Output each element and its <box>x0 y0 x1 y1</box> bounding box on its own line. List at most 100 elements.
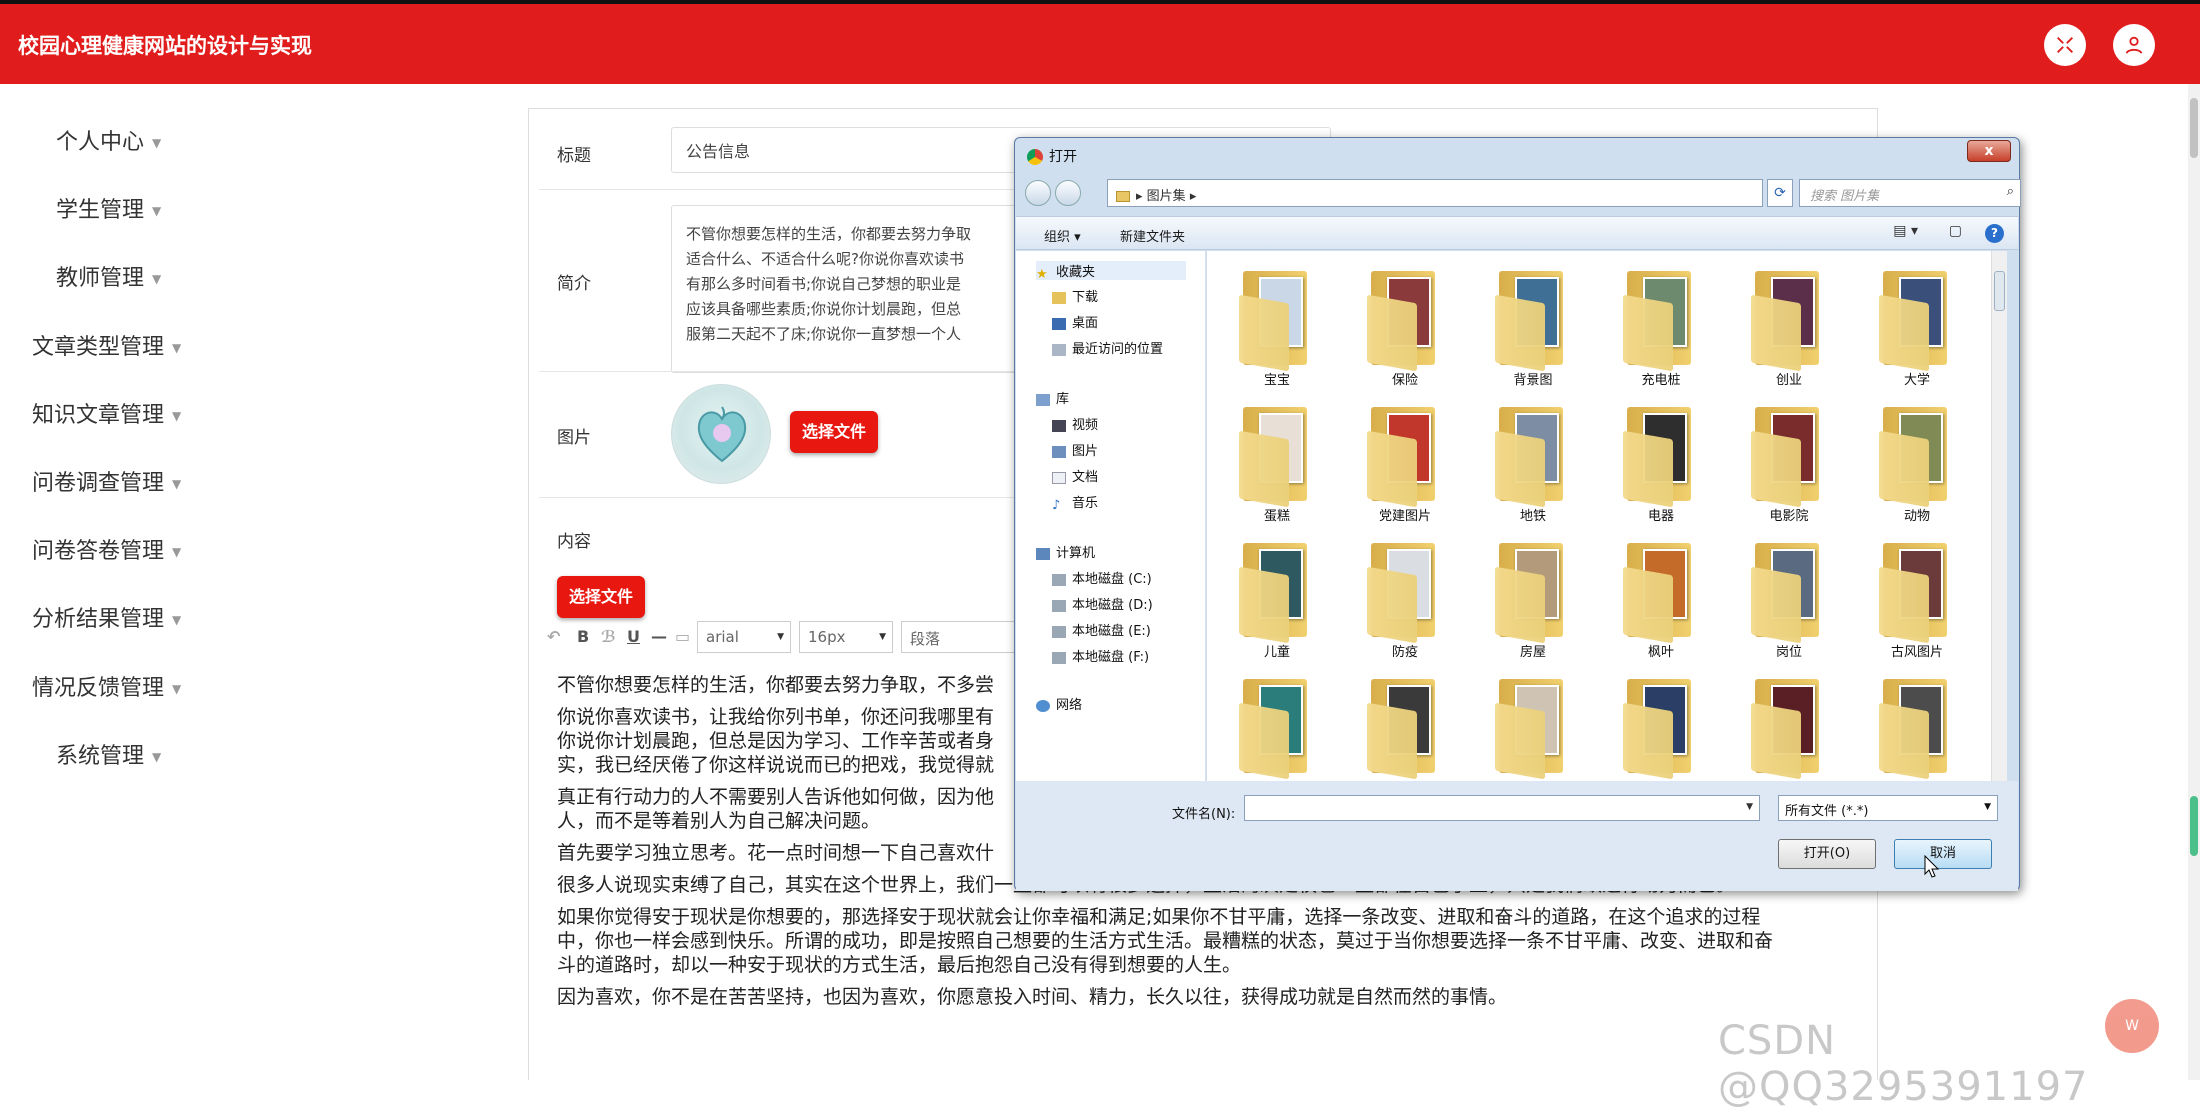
bold-icon[interactable]: B <box>577 627 589 646</box>
cancel-button[interactable]: 取消 <box>1894 839 1992 869</box>
folder-icon <box>1621 265 1701 372</box>
nav-drive-f[interactable]: 本地磁盘 (F:) <box>1052 646 1149 665</box>
nav-network[interactable]: 网络 <box>1036 694 1082 713</box>
nav-downloads[interactable]: 下载 <box>1052 286 1098 305</box>
new-folder-button[interactable]: 新建文件夹 <box>1120 226 1185 245</box>
underline-icon[interactable]: U <box>627 627 640 646</box>
sidebar-item-students[interactable]: 学生管理 ▼ <box>56 192 161 224</box>
folder-item[interactable] <box>1227 673 1327 781</box>
block-icon[interactable]: ▭ <box>675 627 690 646</box>
folder-item[interactable] <box>1611 673 1711 781</box>
nav-drive-d[interactable]: 本地磁盘 (D:) <box>1052 594 1153 613</box>
folder-item[interactable]: 保险 <box>1355 265 1455 395</box>
sidebar-item-system[interactable]: 系统管理 ▼ <box>56 738 161 770</box>
nav-drive-e[interactable]: 本地磁盘 (E:) <box>1052 620 1151 639</box>
folder-item[interactable]: 宝宝 <box>1227 265 1327 395</box>
folder-item[interactable]: 枫叶 <box>1611 537 1711 667</box>
nav-desktop[interactable]: 桌面 <box>1052 312 1098 331</box>
folder-icon <box>1237 401 1317 508</box>
folder-item[interactable]: 创业 <box>1739 265 1839 395</box>
downloads-icon <box>1052 291 1066 304</box>
folder-item[interactable]: 古风图片 <box>1867 537 1967 667</box>
preview-pane-icon[interactable]: ▢ <box>1949 223 1962 239</box>
open-button[interactable]: 打开(O) <box>1778 839 1876 869</box>
content-choose-file-button[interactable]: 选择文件 <box>557 576 646 618</box>
folder-item[interactable] <box>1739 673 1839 781</box>
address-bar[interactable]: ▸ 图片集 ▸ <box>1107 179 1763 207</box>
nav-favorites[interactable]: ★ 收藏夹 <box>1036 261 1186 282</box>
folder-icon <box>1365 537 1445 644</box>
vertical-scrollbar[interactable] <box>1991 251 2007 781</box>
nav-computer[interactable]: 计算机 <box>1036 542 1095 561</box>
video-icon <box>1052 419 1066 432</box>
search-icon: ⌕ <box>2006 184 2014 199</box>
folder-item[interactable] <box>1355 673 1455 781</box>
nav-libraries[interactable]: 库 <box>1036 388 1069 407</box>
folder-icon <box>1877 673 1957 780</box>
sidebar-item-knowledge-articles[interactable]: 知识文章管理 ▼ <box>32 397 181 429</box>
help-icon[interactable]: ? <box>1985 224 2004 243</box>
user-button[interactable] <box>2113 24 2155 66</box>
undo-icon[interactable]: ↶ <box>547 627 560 646</box>
folder-item[interactable]: 动物 <box>1867 401 1967 531</box>
chrome-icon <box>1027 149 1043 165</box>
image-choose-file-button[interactable]: 选择文件 <box>790 411 879 453</box>
folder-icon <box>1749 401 1829 508</box>
network-icon <box>1036 699 1050 712</box>
folder-item[interactable]: 岗位 <box>1739 537 1839 667</box>
organize-button[interactable]: 组织 ▾ <box>1044 226 1081 245</box>
folder-item[interactable] <box>1867 673 1967 781</box>
sidebar-item-answer-sheets[interactable]: 问卷答卷管理 ▼ <box>32 533 181 565</box>
caret-down-icon: ▼ <box>172 613 182 627</box>
font-size-select[interactable]: 16px ▼ <box>799 621 893 653</box>
library-icon <box>1036 393 1050 406</box>
view-menu-icon[interactable]: ▤ ▾ <box>1893 223 1918 239</box>
font-family-select[interactable]: arial ▼ <box>697 621 791 653</box>
nav-documents[interactable]: 文档 <box>1052 466 1098 485</box>
caret-down-icon: ▼ <box>152 204 162 218</box>
folder-icon <box>1237 537 1317 644</box>
sidebar-item-teachers[interactable]: 教师管理 ▼ <box>56 260 161 292</box>
folder-item[interactable]: 蛋糕 <box>1227 401 1327 531</box>
paragraph-select[interactable]: 段落 <box>901 621 1021 653</box>
folder-item[interactable]: 充电桩 <box>1611 265 1711 395</box>
fullscreen-button[interactable] <box>2044 24 2086 66</box>
sidebar-item-article-types[interactable]: 文章类型管理 ▼ <box>32 329 181 361</box>
dropdown-arrow-icon: ▼ <box>1746 802 1753 812</box>
page-scrollbar[interactable] <box>2188 84 2200 1080</box>
nav-recent[interactable]: 最近访问的位置 <box>1052 338 1163 357</box>
folder-item[interactable]: 党建图片 <box>1355 401 1455 531</box>
folder-item[interactable]: 地铁 <box>1483 401 1583 531</box>
folder-item[interactable]: 电器 <box>1611 401 1711 531</box>
pictures-icon <box>1052 445 1066 458</box>
sidebar-item-surveys[interactable]: 问卷调查管理 ▼ <box>32 465 181 497</box>
folder-item[interactable]: 房屋 <box>1483 537 1583 667</box>
folder-name: 房屋 <box>1519 645 1546 660</box>
intro-textarea[interactable]: 不管你想要怎样的生活，你都要去努力争取 适合什么、不适合什么呢?你说你喜欢读书 … <box>671 205 1031 373</box>
sidebar-item-personal-center[interactable]: 个人中心 ▼ <box>56 124 161 156</box>
forward-button[interactable] <box>1055 180 1081 206</box>
drive-icon <box>1052 651 1066 664</box>
filetype-select[interactable]: 所有文件 (*.*) ▼ <box>1778 795 1998 821</box>
folder-item[interactable]: 电影院 <box>1739 401 1839 531</box>
strike-icon[interactable]: — <box>651 627 667 646</box>
folder-item[interactable]: 防疫 <box>1355 537 1455 667</box>
folder-item[interactable] <box>1483 673 1583 781</box>
folder-item[interactable]: 儿童 <box>1227 537 1327 667</box>
nav-pictures[interactable]: 图片 <box>1052 440 1098 459</box>
sidebar-item-analysis-results[interactable]: 分析结果管理 ▼ <box>32 601 181 633</box>
nav-drive-c[interactable]: 本地磁盘 (C:) <box>1052 568 1152 587</box>
folder-item[interactable]: 背景图 <box>1483 265 1583 395</box>
filename-input[interactable]: ▼ <box>1244 795 1760 821</box>
nav-music[interactable]: ♪ 音乐 <box>1052 492 1098 513</box>
dialog-close-button[interactable]: x <box>1967 140 2011 162</box>
italic-icon[interactable]: ℬ <box>601 627 616 646</box>
nav-videos[interactable]: 视频 <box>1052 414 1098 433</box>
search-input[interactable]: 搜索 图片集 ⌕ <box>1799 179 2021 207</box>
refresh-button[interactable]: ⟳ <box>1767 179 1793 207</box>
back-button[interactable] <box>1025 180 1051 206</box>
sidebar-item-feedback[interactable]: 情况反馈管理 ▼ <box>32 670 181 702</box>
folder-item[interactable]: 大学 <box>1867 265 1967 395</box>
folder-icon <box>1877 265 1957 372</box>
command-bar: 组织 ▾ 新建文件夹 ▤ ▾ ▢ ? <box>1016 216 2018 250</box>
